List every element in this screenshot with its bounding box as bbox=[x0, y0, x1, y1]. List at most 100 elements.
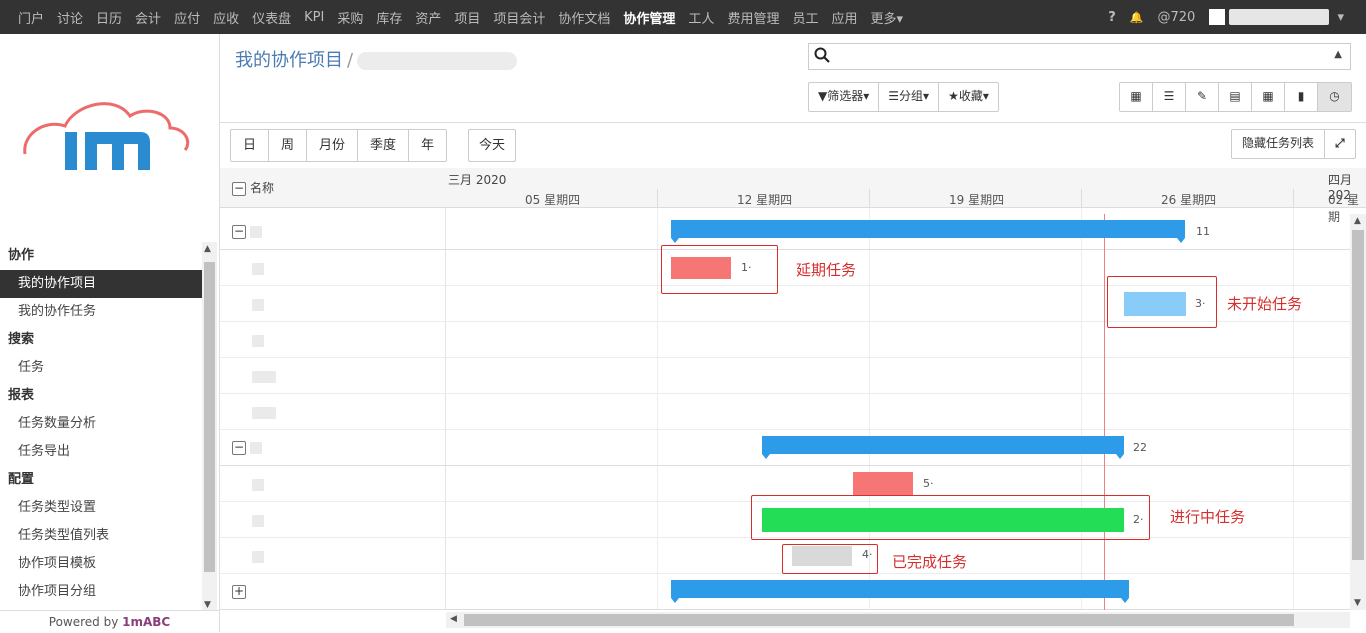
task-name-redacted bbox=[252, 514, 264, 527]
menu-assets[interactable]: 资产 bbox=[415, 8, 441, 27]
expand-group-icon[interactable]: + bbox=[232, 584, 246, 599]
group-bar[interactable] bbox=[762, 436, 1124, 459]
task-bar-delayed[interactable] bbox=[853, 472, 913, 496]
scroll-down-icon[interactable]: ▼ bbox=[204, 600, 211, 610]
sidebar-item-my-projects[interactable]: 我的协作项目 bbox=[0, 270, 202, 298]
fullscreen-icon[interactable]: ⤢ bbox=[1325, 130, 1355, 158]
hide-task-list-button[interactable]: 隐藏任务列表 bbox=[1232, 130, 1326, 158]
powered-label: Powered by bbox=[48, 615, 123, 629]
collapse-all-icon[interactable]: − bbox=[232, 181, 246, 196]
kanban-view-icon[interactable]: ▦ bbox=[1120, 83, 1153, 111]
sidebar-item-templates[interactable]: 协作项目模板 bbox=[0, 550, 202, 578]
sidebar-item-task-export[interactable]: 任务导出 bbox=[0, 438, 202, 466]
scroll-down-icon[interactable]: ▼ bbox=[1354, 598, 1361, 608]
group-name-redacted bbox=[250, 441, 262, 454]
sidebar-item-task-types[interactable]: 任务类型设置 bbox=[0, 494, 202, 522]
gantt-view-icon[interactable]: ◷ bbox=[1318, 83, 1351, 111]
scroll-up-icon[interactable]: ▲ bbox=[1354, 216, 1361, 226]
breadcrumb-current-redacted bbox=[357, 52, 518, 70]
menu-portal[interactable]: 门户 bbox=[18, 8, 44, 27]
search-bar[interactable]: ▲ bbox=[808, 43, 1351, 70]
menu-collab-manage[interactable]: 协作管理 bbox=[623, 8, 675, 27]
menu-discuss[interactable]: 讨论 bbox=[57, 8, 83, 27]
mentions-counter[interactable]: @720 bbox=[1158, 10, 1196, 25]
gantt-header: − 名称 三月 2020 四月 202 05 星期四 12 星期四 19 星期四 … bbox=[220, 168, 1366, 224]
section-search: 搜索 bbox=[8, 332, 35, 347]
brand-link[interactable]: 1mABC bbox=[122, 615, 170, 629]
bell-icon[interactable]: 🔔 bbox=[1130, 11, 1144, 24]
sidebar-item-project-groups[interactable]: 协作项目分组 bbox=[0, 578, 202, 606]
scroll-left-icon[interactable]: ◀ bbox=[450, 614, 457, 624]
today-button[interactable]: 今天 bbox=[469, 130, 515, 161]
scale-year-button[interactable]: 年 bbox=[409, 130, 446, 161]
task-name-redacted bbox=[252, 370, 276, 383]
gantt-vertical-scrollbar[interactable]: ▲ ▼ bbox=[1350, 214, 1366, 610]
menu-employees[interactable]: 员工 bbox=[792, 8, 818, 27]
callout-delayed bbox=[661, 245, 778, 294]
systray: ? 🔔 @720 ▾ bbox=[1094, 0, 1344, 34]
breadcrumb-root[interactable]: 我的协作项目 bbox=[235, 50, 343, 71]
favorites-button[interactable]: ★收藏▾ bbox=[939, 83, 998, 111]
top-navbar: 门户 讨论 日历 会计 应付 应收 仪表盘 KPI 采购 库存 资产 项目 项目… bbox=[0, 0, 1366, 34]
group-count-label: 22 bbox=[1133, 441, 1147, 454]
annotation-done: 已完成任务 bbox=[892, 553, 968, 571]
menu-inventory[interactable]: 库存 bbox=[376, 8, 402, 27]
gantt-horizontal-scrollbar[interactable]: ◀ bbox=[446, 612, 1350, 628]
menu-collab-docs[interactable]: 协作文档 bbox=[558, 8, 610, 27]
groupby-button[interactable]: ☰分组▾ bbox=[879, 83, 940, 111]
hide-tasks-group: 隐藏任务列表 ⤢ bbox=[1231, 129, 1356, 159]
today-group: 今天 bbox=[468, 129, 517, 162]
menu-project-accounting[interactable]: 项目会计 bbox=[493, 8, 545, 27]
menu-more[interactable]: 更多▾ bbox=[870, 8, 903, 27]
scale-month-button[interactable]: 月份 bbox=[307, 130, 359, 161]
menu-kpi[interactable]: KPI bbox=[304, 10, 324, 25]
group-bar[interactable] bbox=[671, 580, 1129, 603]
header-divider bbox=[869, 189, 870, 208]
week-label: 19 星期四 bbox=[949, 193, 1005, 207]
timescale-buttons: 日 周 月份 季度 年 bbox=[230, 129, 448, 162]
scale-quarter-button[interactable]: 季度 bbox=[358, 130, 410, 161]
menu-purchase[interactable]: 采购 bbox=[337, 8, 363, 27]
menu-expenses[interactable]: 费用管理 bbox=[727, 8, 779, 27]
sidebar-item-tasks[interactable]: 任务 bbox=[0, 354, 202, 382]
header-divider bbox=[1081, 189, 1082, 208]
menu-receivable[interactable]: 应收 bbox=[213, 8, 239, 27]
pivot-view-icon[interactable]: ▦ bbox=[1252, 83, 1285, 111]
breadcrumb-separator: / bbox=[347, 50, 354, 71]
menu-accounting[interactable]: 会计 bbox=[135, 8, 161, 27]
filter-buttons: ▼筛选器▾ ☰分组▾ ★收藏▾ bbox=[808, 82, 999, 112]
scroll-up-icon[interactable]: ▲ bbox=[204, 244, 211, 254]
scale-day-button[interactable]: 日 bbox=[231, 130, 270, 161]
graph-view-icon[interactable]: ▮ bbox=[1285, 83, 1318, 111]
scroll-thumb[interactable] bbox=[204, 262, 215, 572]
menu-workers[interactable]: 工人 bbox=[688, 8, 714, 27]
form-view-icon[interactable]: ✎ bbox=[1186, 83, 1219, 111]
sidebar-item-type-values[interactable]: 任务类型值列表 bbox=[0, 522, 202, 550]
sidebar-item-my-tasks[interactable]: 我的协作任务 bbox=[0, 298, 202, 326]
group-count-label: 11 bbox=[1196, 225, 1210, 238]
help-icon[interactable]: ? bbox=[1108, 10, 1116, 25]
calendar-view-icon[interactable]: ▤ bbox=[1219, 83, 1252, 111]
scroll-thumb[interactable] bbox=[1352, 230, 1364, 560]
group-bar[interactable] bbox=[671, 220, 1185, 243]
collapse-group-icon[interactable]: − bbox=[232, 224, 246, 239]
filter-button[interactable]: ▼筛选器▾ bbox=[809, 83, 880, 111]
menu-apps[interactable]: 应用 bbox=[831, 8, 857, 27]
sidebar-scrollbar[interactable]: ▲ ▼ bbox=[202, 242, 217, 612]
menu-payable[interactable]: 应付 bbox=[174, 8, 200, 27]
scale-week-button[interactable]: 周 bbox=[269, 130, 308, 161]
list-view-icon[interactable]: ☰ bbox=[1153, 83, 1186, 111]
task-row[interactable] bbox=[220, 358, 1350, 394]
user-menu[interactable]: ▾ bbox=[1209, 9, 1344, 25]
menu-dashboard[interactable]: 仪表盘 bbox=[252, 8, 291, 27]
menu-calendar[interactable]: 日历 bbox=[96, 8, 122, 27]
menu-project[interactable]: 项目 bbox=[454, 8, 480, 27]
caret-up-icon[interactable]: ▲ bbox=[1334, 49, 1342, 60]
task-row[interactable] bbox=[220, 394, 1350, 430]
sidebar-item-task-analysis[interactable]: 任务数量分析 bbox=[0, 410, 202, 438]
name-header-label: 名称 bbox=[250, 181, 275, 195]
collapse-group-icon[interactable]: − bbox=[232, 440, 246, 455]
scroll-thumb[interactable] bbox=[464, 614, 1294, 626]
task-label: 5· bbox=[923, 477, 934, 490]
chevron-down-icon: ▾ bbox=[1337, 9, 1344, 25]
